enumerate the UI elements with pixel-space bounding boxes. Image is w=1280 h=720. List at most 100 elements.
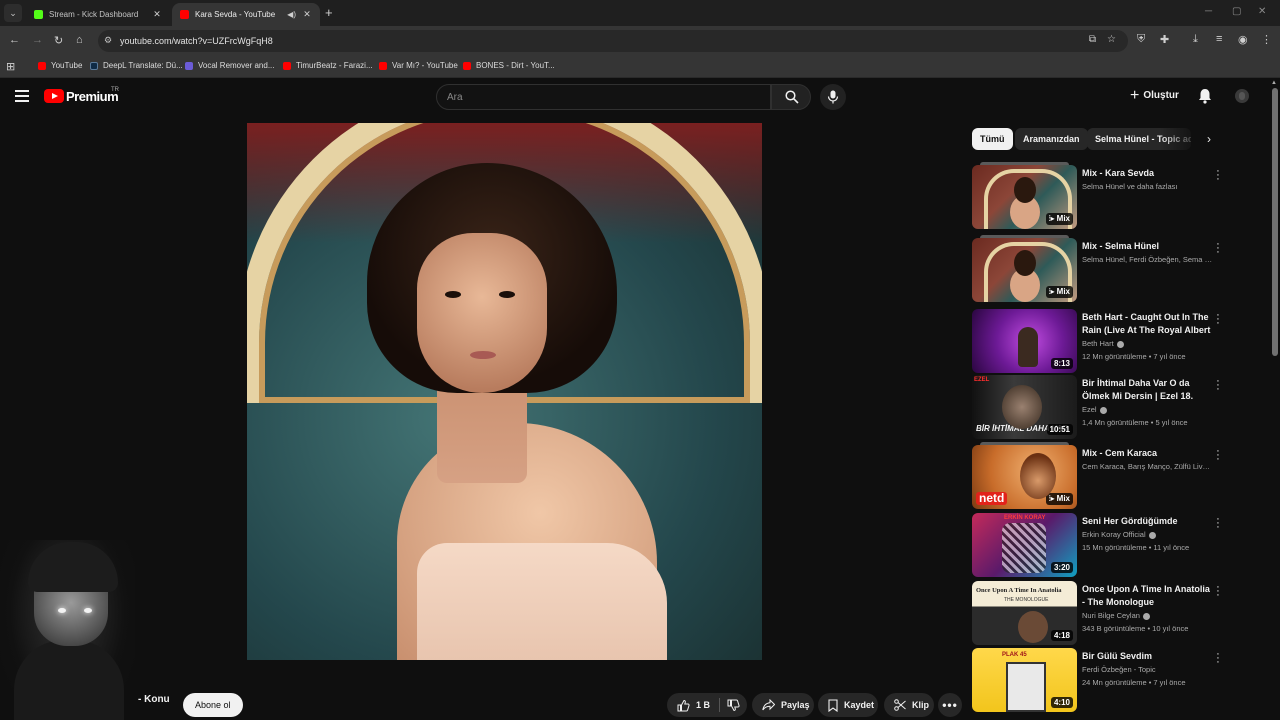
video-title[interactable]: Once Upon A Time In Anatolia - The Monol… [1082, 583, 1214, 609]
video-info[interactable]: Mix - Cem Karaca Cem Karaca, Barış Manço,… [1082, 447, 1214, 473]
channel-name[interactable]: Ezel [1082, 405, 1097, 414]
channel-name[interactable]: Nuri Bilge Ceylan [1082, 611, 1140, 620]
scrollbar-thumb[interactable] [1272, 88, 1278, 356]
recommendation-item[interactable]: ⫶▸ Mix Mix - Kara Sevda Selma Hünel ve daha… [972, 162, 1232, 229]
video-thumbnail[interactable]: Once Upon A Time In Anatolia THE MONOLOGU… [972, 581, 1077, 645]
video-info[interactable]: Seni Her Gördüğümde Erkin Koray Official 1… [1082, 515, 1214, 554]
recommendation-item[interactable]: Once Upon A Time In Anatolia THE MONOLOGU… [972, 581, 1232, 645]
channel-line[interactable]: Beth Hart [1082, 337, 1214, 350]
youtube-logo-icon[interactable] [44, 89, 64, 103]
forward-icon[interactable]: → [32, 34, 43, 46]
extensions-puzzle-icon[interactable]: ✚ [1160, 33, 1169, 46]
channel-line[interactable]: Ezel [1082, 403, 1214, 416]
channel-line[interactable]: Selma Hünel, Ferdi Özbeğen, Sema Morit..… [1082, 253, 1214, 266]
channel-line[interactable]: Nuri Bilge Ceylan [1082, 609, 1214, 622]
video-info[interactable]: Bir Gülü Sevdim Ferdi Özbeğen - Topic 24 M… [1082, 650, 1214, 689]
share-button[interactable]: Paylaş [752, 693, 814, 717]
clip-button[interactable]: Klip [884, 693, 934, 717]
bookmark-deepl[interactable]: DeepL Translate: Dü... [90, 61, 183, 70]
video-title[interactable]: Mix - Kara Sevda [1082, 167, 1214, 180]
video-thumbnail[interactable]: ERKİN KORAY 3:20 [972, 513, 1077, 577]
scroll-up-arrow-icon[interactable]: ▲ [1271, 80, 1277, 86]
kebab-menu-icon[interactable]: · · · [1214, 446, 1222, 465]
bookmark-timurbeatz[interactable]: TimurBeatz - Farazi... [283, 61, 373, 70]
account-avatar[interactable] [1235, 89, 1249, 103]
hamburger-menu-icon[interactable] [15, 90, 29, 105]
recommendation-item[interactable]: ⫶▸ Mix Mix - Selma Hünel Selma Hünel, Ferdi… [972, 235, 1232, 302]
audio-playing-icon[interactable]: ◀) [287, 10, 296, 19]
tab-kara-sevda[interactable]: Kara Sevda - YouTube ◀) ✕ [172, 3, 320, 26]
video-title[interactable]: Beth Hart - Caught Out In The Rain (Live… [1082, 311, 1214, 337]
back-icon[interactable]: ← [9, 34, 20, 46]
video-thumbnail[interactable]: ⫶▸ Mix [972, 165, 1077, 229]
chip-all[interactable]: Tümü [972, 128, 1013, 150]
video-title[interactable]: Bir İhtimal Daha Var O da Ölmek Mi Dersi… [1082, 377, 1214, 403]
video-info[interactable]: Once Upon A Time In Anatolia - The Monol… [1082, 583, 1214, 635]
chevron-right-icon[interactable]: › [1198, 128, 1220, 150]
like-button[interactable]: 1 B [667, 693, 719, 717]
video-thumbnail[interactable]: PLAK 45 4:10 [972, 648, 1077, 712]
video-title[interactable]: Mix - Cem Karaca [1082, 447, 1214, 460]
bookmark-youtube[interactable]: YouTube [38, 61, 82, 70]
notifications-bell-icon[interactable] [1198, 88, 1212, 109]
video-title[interactable]: Seni Her Gördüğümde [1082, 515, 1214, 528]
video-player[interactable] [247, 123, 762, 660]
video-thumbnail[interactable]: BİR İHTİMAL DAHA VAR EZEL 10:51 [972, 375, 1077, 439]
close-window-icon[interactable]: ✕ [1258, 6, 1266, 17]
recommendation-item[interactable]: 8:13 Beth Hart - Caught Out In The Rain (… [972, 309, 1232, 373]
channel-name[interactable]: Beth Hart [1082, 339, 1114, 348]
download-icon[interactable]: ⤓ [1193, 33, 1198, 46]
video-thumbnail[interactable]: ⫶▸ Mix [972, 238, 1077, 302]
apps-grid-icon[interactable]: ⊞ [6, 60, 15, 73]
create-button[interactable]: + Oluştur [1130, 87, 1179, 103]
search-input[interactable]: Ara [436, 84, 771, 110]
recommendation-item[interactable]: netd ⫶▸ Mix Mix - Cem Karaca Cem Karaca, Bar… [972, 442, 1232, 509]
chip-from-search[interactable]: Aramanızdan [1015, 128, 1088, 150]
reload-icon[interactable]: ↻ [54, 34, 63, 47]
channel-line[interactable]: Cem Karaca, Barış Manço, Zülfü Livaneli … [1082, 460, 1214, 473]
close-tab-icon[interactable]: ✕ [152, 9, 162, 20]
save-button[interactable]: Kaydet [818, 693, 878, 717]
site-info-icon[interactable]: ⚙ [104, 35, 112, 46]
kebab-menu-icon[interactable]: · · · [1214, 376, 1222, 395]
kebab-menu-icon[interactable]: · · · [1214, 166, 1222, 185]
search-button[interactable] [771, 84, 811, 110]
kebab-menu-icon[interactable]: · · · [1214, 310, 1222, 329]
bookmark-vocal-remover[interactable]: Vocal Remover and... [185, 61, 274, 70]
video-thumbnail[interactable]: netd ⫶▸ Mix [972, 445, 1077, 509]
install-app-icon[interactable]: ⧉ [1089, 34, 1096, 45]
profile-icon[interactable]: ◉ [1238, 33, 1248, 46]
address-bar[interactable]: ⚙ youtube.com/watch?v=UZFrcWgFqH8 ⧉ ☆ [98, 30, 1128, 52]
channel-name[interactable]: Ferdi Özbeğen - Topic [1082, 665, 1156, 674]
tab-kick-dashboard[interactable]: Stream - Kick Dashboard ✕ [26, 3, 170, 26]
bookmark-var-mi[interactable]: Var Mı? - YouTube [379, 61, 458, 70]
kebab-menu-icon[interactable]: · · · [1214, 239, 1222, 258]
voice-search-button[interactable] [820, 84, 846, 110]
more-actions-button[interactable]: ••• [938, 693, 962, 717]
channel-name[interactable]: - Konu [138, 694, 170, 705]
kebab-menu-icon[interactable]: · · · [1214, 582, 1222, 601]
bookmark-bones-dirt[interactable]: BONES - Dirt - YouT... [463, 61, 555, 70]
channel-name[interactable]: Selma Hünel ve daha fazlası [1082, 182, 1177, 191]
maximize-icon[interactable]: ▢ [1232, 6, 1241, 17]
video-thumbnail[interactable]: 8:13 [972, 309, 1077, 373]
new-tab-button[interactable]: + [325, 5, 333, 20]
recommendation-item[interactable]: BİR İHTİMAL DAHA VAR EZEL 10:51 Bir İhtimal… [972, 375, 1232, 439]
minimize-icon[interactable]: ─ [1205, 6, 1212, 17]
recommendation-item[interactable]: PLAK 45 4:10 Bir Gülü Sevdim Ferdi Özbeğen … [972, 648, 1232, 712]
channel-name[interactable]: Erkin Koray Official [1082, 530, 1146, 539]
channel-line[interactable]: Selma Hünel ve daha fazlası [1082, 180, 1214, 193]
home-icon[interactable]: ⌂ [76, 34, 83, 46]
recommendation-item[interactable]: ERKİN KORAY 3:20 Seni Her Gördüğümde Erkin … [972, 513, 1232, 577]
tab-search-button[interactable]: ⌄ [4, 4, 22, 22]
media-control-icon[interactable]: ≡ [1216, 33, 1222, 45]
video-info[interactable]: Mix - Kara Sevda Selma Hünel ve daha fazl… [1082, 167, 1214, 193]
channel-name[interactable]: Selma Hünel, Ferdi Özbeğen, Sema Morit..… [1082, 255, 1214, 264]
bookmark-star-icon[interactable]: ☆ [1107, 34, 1116, 45]
subscribe-button[interactable]: Abone ol [183, 693, 243, 717]
dislike-button[interactable] [720, 693, 747, 717]
video-info[interactable]: Bir İhtimal Daha Var O da Ölmek Mi Dersi… [1082, 377, 1214, 429]
shield-extension-icon[interactable]: ⛨ [1137, 33, 1145, 46]
video-title[interactable]: Bir Gülü Sevdim [1082, 650, 1214, 663]
video-info[interactable]: Beth Hart - Caught Out In The Rain (Live… [1082, 311, 1214, 363]
